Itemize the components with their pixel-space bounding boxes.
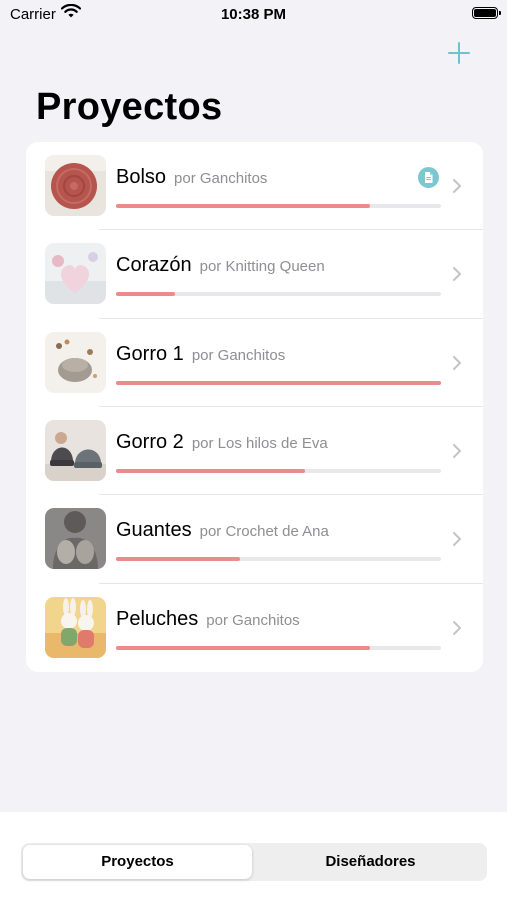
document-icon[interactable] <box>418 167 439 188</box>
clock: 10:38 PM <box>220 6 287 23</box>
progress-fill <box>116 645 370 650</box>
progress-bar <box>116 204 441 208</box>
progress-bar <box>116 292 441 297</box>
project-designer: por Ganchitos <box>191 346 286 364</box>
project-thumbnail <box>45 243 106 305</box>
project-row-gorro-1[interactable]: Gorro 1 por Ganchitos <box>26 319 483 407</box>
project-title: Corazón por Knitting Queen <box>116 254 325 277</box>
progress-fill <box>116 292 175 297</box>
project-name: Gorro 2 <box>116 430 184 453</box>
progress-fill <box>116 204 370 208</box>
chevron-right-icon <box>453 620 461 635</box>
progress-fill <box>116 557 240 562</box>
chevron-right-icon <box>453 267 461 282</box>
project-row-corazon[interactable]: Corazón por Knitting Queen <box>26 230 483 319</box>
project-designer: por Ganchitos <box>206 611 300 629</box>
add-project-button[interactable] <box>444 38 474 68</box>
project-row-guantes[interactable]: Guantes por Crochet de Ana <box>26 495 483 584</box>
project-title: Peluches por Ganchitos <box>116 608 300 631</box>
progress-bar <box>116 468 441 473</box>
project-thumbnail <box>45 508 106 570</box>
chevron-right-icon <box>453 355 461 370</box>
project-name: Peluches <box>116 607 199 630</box>
project-name: Bolso <box>116 166 167 188</box>
project-row-gorro-2[interactable]: Gorro 2 por Los hilos de Eva <box>26 407 483 496</box>
project-title: Gorro 1 por Ganchitos <box>116 343 285 366</box>
project-name: Gorro 1 <box>116 342 184 365</box>
project-thumbnail <box>45 331 106 393</box>
project-name: Corazón <box>116 254 192 277</box>
tab-disenadores[interactable]: Diseñadores <box>256 845 485 879</box>
segmented-control: Proyectos Diseñadores <box>21 843 487 881</box>
progress-bar <box>116 380 441 385</box>
chevron-right-icon <box>453 179 461 193</box>
project-name: Guantes <box>116 519 192 542</box>
project-title: Guantes por Crochet de Ana <box>116 519 329 542</box>
progress-bar <box>116 557 441 562</box>
progress-fill <box>116 468 305 473</box>
status-bar: Carrier 10:38 PM <box>0 0 507 30</box>
tab-proyectos[interactable]: Proyectos <box>23 845 252 879</box>
chevron-right-icon <box>453 532 461 547</box>
progress-fill <box>116 380 441 385</box>
project-designer: por Crochet de Ana <box>199 523 329 541</box>
project-thumbnail <box>45 419 106 481</box>
project-title: Gorro 2 por Los hilos de Eva <box>116 431 328 454</box>
project-title: Bolso por Ganchitos <box>116 166 267 189</box>
project-row-bolso[interactable]: Bolso por Ganchitos <box>26 142 483 231</box>
progress-bar <box>116 645 441 650</box>
projects-list: Bolso por Ganchitos Corazón por Knitting… <box>26 142 483 672</box>
project-row-peluches[interactable]: Peluches por Ganchitos <box>26 584 483 672</box>
chevron-right-icon <box>453 443 461 458</box>
plus-icon <box>448 42 470 64</box>
battery-icon <box>472 7 501 19</box>
project-designer: por Ganchitos <box>174 170 268 187</box>
project-thumbnail <box>45 155 106 216</box>
project-thumbnail <box>45 596 106 658</box>
project-designer: por Knitting Queen <box>199 258 325 276</box>
project-designer: por Los hilos de Eva <box>191 434 328 452</box>
bottom-bar: Proyectos Diseñadores <box>0 812 507 900</box>
page-title: Proyectos <box>36 86 223 128</box>
